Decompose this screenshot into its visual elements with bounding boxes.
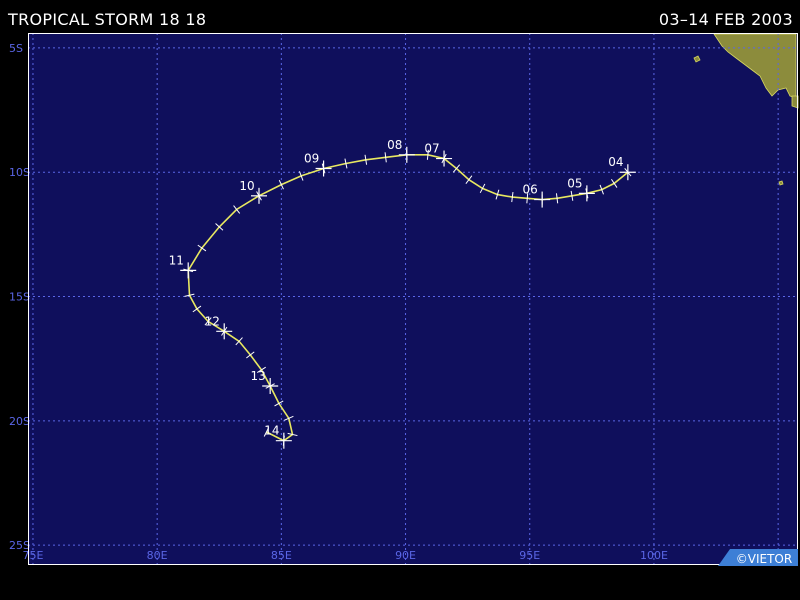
- longitude-label: 80E: [147, 549, 168, 562]
- day-label: 12: [205, 314, 220, 328]
- storm-title: TROPICAL STORM 18 18: [8, 10, 207, 29]
- header-bar: TROPICAL STORM 18 18 03–14 FEB 2003: [0, 0, 800, 33]
- day-label: 10: [239, 179, 254, 193]
- longitude-label: 100E: [640, 549, 668, 562]
- day-label: 11: [169, 253, 184, 267]
- latitude-label: 15S: [9, 291, 30, 304]
- day-label: 13: [251, 369, 266, 383]
- day-label: 14: [264, 424, 279, 438]
- credit-text: ©VIETOR: [736, 552, 792, 566]
- day-label: 04: [608, 155, 623, 169]
- latitude-label: 10S: [9, 166, 30, 179]
- longitude-label: 95E: [519, 549, 540, 562]
- island: [778, 180, 784, 186]
- latitude-label: 25S: [9, 539, 30, 552]
- day-label: 08: [387, 138, 402, 152]
- longitude-label: 90E: [395, 549, 416, 562]
- day-label: 05: [567, 176, 582, 190]
- storm-track-map: 75E80E85E90E95E100E105E5S10S15S20S25S040…: [9, 33, 799, 566]
- ocean-background: [28, 33, 798, 565]
- longitude-label: 85E: [271, 549, 292, 562]
- day-label: 07: [424, 142, 439, 156]
- latitude-label: 20S: [9, 415, 30, 428]
- latitude-label: 5S: [9, 42, 23, 55]
- credit-badge: ©VIETOR: [718, 549, 798, 566]
- date-range: 03–14 FEB 2003: [658, 10, 793, 29]
- footer-bar: [0, 566, 800, 600]
- day-label: 06: [523, 183, 538, 197]
- day-label: 09: [304, 151, 319, 165]
